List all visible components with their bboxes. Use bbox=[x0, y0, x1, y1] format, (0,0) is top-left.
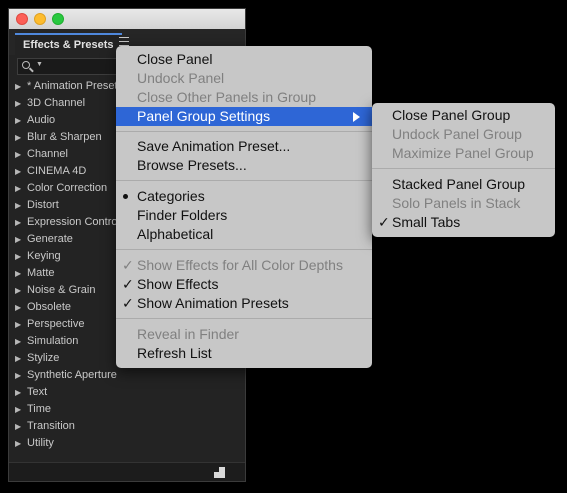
list-item[interactable]: ▶ Text bbox=[12, 385, 231, 402]
chevron-down-icon: ▼ bbox=[36, 61, 43, 68]
menu-item-categories[interactable]: Categories bbox=[116, 187, 372, 206]
list-item-label: CINEMA 4D bbox=[27, 165, 87, 177]
menu-item-close-panel[interactable]: Close Panel bbox=[116, 50, 372, 69]
disclosure-triangle-icon[interactable]: ▶ bbox=[15, 405, 21, 414]
submenu-item-undock-panel-group: Undock Panel Group bbox=[392, 126, 522, 142]
check-icon: ✓ bbox=[378, 214, 390, 230]
menu-separator bbox=[372, 168, 555, 169]
menu-separator bbox=[116, 180, 372, 181]
list-item[interactable]: ▶ Synthetic Aperture bbox=[12, 368, 231, 385]
disclosure-triangle-icon[interactable]: ▶ bbox=[15, 269, 21, 278]
list-item-label: Expression Controls bbox=[27, 216, 126, 228]
list-item-label: Stylize bbox=[27, 352, 60, 364]
menu-separator bbox=[116, 318, 372, 319]
menu-separator bbox=[116, 131, 372, 132]
disclosure-triangle-icon[interactable]: ▶ bbox=[15, 99, 21, 108]
list-item-label: Text bbox=[27, 386, 48, 398]
selected-bullet-icon bbox=[123, 194, 128, 199]
menu-item-alphabetical[interactable]: Alphabetical bbox=[116, 225, 372, 244]
disclosure-triangle-icon[interactable]: ▶ bbox=[15, 235, 21, 244]
menu-item-save-animation-preset[interactable]: Save Animation Preset... bbox=[116, 137, 372, 156]
disclosure-triangle-icon[interactable]: ▶ bbox=[15, 439, 21, 448]
menu-item-undock-panel: Undock Panel bbox=[137, 70, 225, 86]
panel-menu: Close Panel Undock Panel Close Other Pan… bbox=[116, 46, 372, 368]
disclosure-triangle-icon[interactable]: ▶ bbox=[15, 388, 21, 397]
list-item-label: Utility bbox=[27, 437, 54, 449]
disclosure-triangle-icon[interactable]: ▶ bbox=[15, 218, 21, 227]
disclosure-triangle-icon[interactable]: ▶ bbox=[15, 286, 21, 295]
disclosure-triangle-icon[interactable]: ▶ bbox=[15, 82, 21, 91]
disclosure-triangle-icon[interactable]: ▶ bbox=[15, 252, 21, 261]
list-item-label: Audio bbox=[27, 114, 56, 126]
disclosure-triangle-icon[interactable]: ▶ bbox=[15, 133, 21, 142]
window-titlebar bbox=[9, 9, 245, 30]
list-item-label: Transition bbox=[27, 420, 75, 432]
disclosure-triangle-icon[interactable]: ▶ bbox=[15, 422, 21, 431]
menu-separator bbox=[116, 249, 372, 250]
disclosure-triangle-icon[interactable]: ▶ bbox=[15, 201, 21, 210]
list-item[interactable]: ▶ Transition bbox=[12, 419, 231, 436]
check-icon: ✓ bbox=[122, 295, 134, 311]
disclosure-triangle-icon[interactable]: ▶ bbox=[15, 150, 21, 159]
submenu-item-small-tabs[interactable]: ✓ Small Tabs bbox=[372, 213, 555, 232]
list-item-label: * Animation Presets bbox=[27, 80, 123, 92]
new-folder-icon[interactable] bbox=[214, 467, 225, 478]
disclosure-triangle-icon[interactable]: ▶ bbox=[15, 167, 21, 176]
disclosure-triangle-icon[interactable]: ▶ bbox=[15, 354, 21, 363]
submenu-arrow-icon bbox=[353, 112, 360, 122]
submenu-item-stacked-panel-group[interactable]: Stacked Panel Group bbox=[372, 175, 555, 194]
panel-menu-icon[interactable] bbox=[119, 37, 129, 46]
list-item-label: Distort bbox=[27, 199, 59, 211]
list-item[interactable]: ▶ Time bbox=[12, 402, 231, 419]
search-icon bbox=[22, 61, 30, 69]
list-item-label: Obsolete bbox=[27, 301, 72, 313]
tab-label: Effects & Presets bbox=[23, 39, 114, 51]
list-item-label: Time bbox=[27, 403, 52, 415]
menu-item-show-effects[interactable]: ✓ Show Effects bbox=[116, 275, 372, 294]
menu-item-show-effects-all-depths: ✓ Show Effects for All Color Depths bbox=[122, 257, 343, 273]
menu-item-close-other-panels: Close Other Panels in Group bbox=[137, 89, 316, 105]
list-item-label: Noise & Grain bbox=[27, 284, 96, 296]
list-item[interactable]: ▶ Utility bbox=[12, 436, 231, 453]
list-item-label: Matte bbox=[27, 267, 55, 279]
minimize-window-icon[interactable] bbox=[34, 13, 46, 25]
list-item-label: Synthetic Aperture bbox=[27, 369, 117, 381]
submenu-item-solo-panels-in-stack: Solo Panels in Stack bbox=[392, 195, 521, 211]
disclosure-triangle-icon[interactable]: ▶ bbox=[15, 184, 21, 193]
menu-item-finder-folders[interactable]: Finder Folders bbox=[116, 206, 372, 225]
list-item-label: Generate bbox=[27, 233, 73, 245]
panel-group-settings-submenu: Close Panel Group Undock Panel Group Max… bbox=[372, 103, 555, 237]
submenu-item-close-panel-group[interactable]: Close Panel Group bbox=[372, 106, 555, 125]
list-item-label: Channel bbox=[27, 148, 68, 160]
list-item-label: 3D Channel bbox=[27, 97, 86, 109]
menu-item-browse-presets[interactable]: Browse Presets... bbox=[116, 156, 372, 175]
disclosure-triangle-icon[interactable]: ▶ bbox=[15, 337, 21, 346]
close-window-icon[interactable] bbox=[16, 13, 28, 25]
disclosure-triangle-icon[interactable]: ▶ bbox=[15, 320, 21, 329]
disclosure-triangle-icon[interactable]: ▶ bbox=[15, 303, 21, 312]
disclosure-triangle-icon[interactable]: ▶ bbox=[15, 371, 21, 380]
zoom-window-icon[interactable] bbox=[52, 13, 64, 25]
menu-item-refresh-list[interactable]: Refresh List bbox=[116, 344, 372, 363]
menu-item-show-animation-presets[interactable]: ✓ Show Animation Presets bbox=[116, 294, 372, 313]
list-item-label: Keying bbox=[27, 250, 61, 262]
check-icon: ✓ bbox=[122, 257, 134, 273]
list-item-label: Blur & Sharpen bbox=[27, 131, 102, 143]
tab-effects-presets[interactable]: Effects & Presets bbox=[15, 33, 122, 55]
disclosure-triangle-icon[interactable]: ▶ bbox=[15, 116, 21, 125]
list-item-label: Color Correction bbox=[27, 182, 108, 194]
menu-item-panel-group-settings[interactable]: Panel Group Settings bbox=[116, 107, 372, 126]
submenu-item-maximize-panel-group: Maximize Panel Group bbox=[392, 145, 534, 161]
check-icon: ✓ bbox=[122, 276, 134, 292]
list-item-label: Perspective bbox=[27, 318, 85, 330]
panel-footer bbox=[9, 462, 245, 481]
list-item-label: Simulation bbox=[27, 335, 79, 347]
menu-item-reveal-in-finder: Reveal in Finder bbox=[137, 326, 239, 342]
